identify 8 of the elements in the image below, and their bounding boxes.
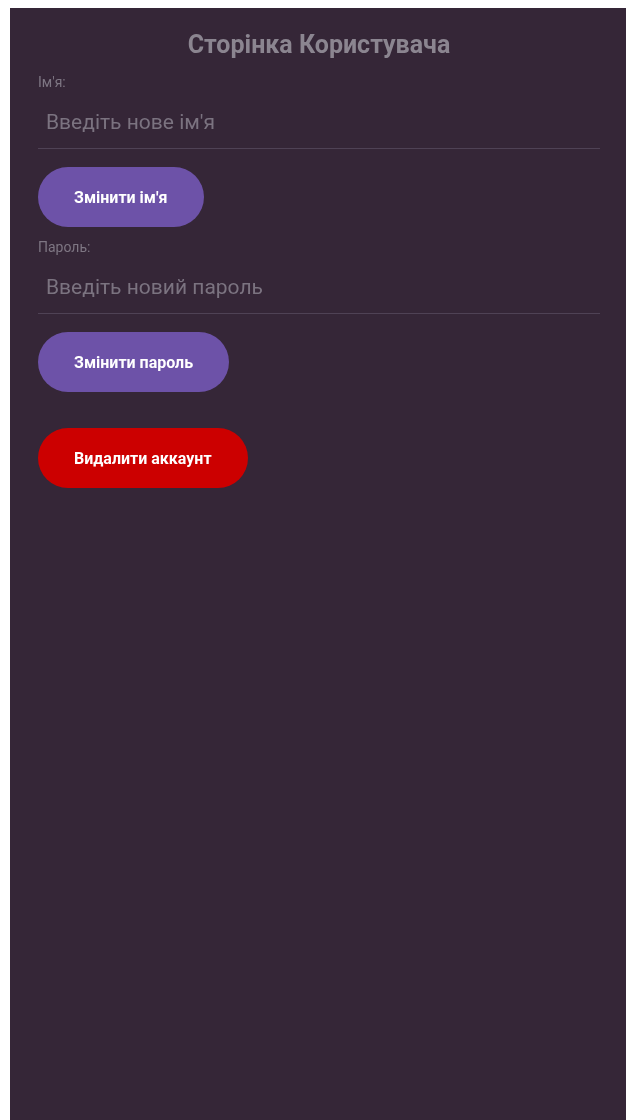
field-label: Пароль: <box>38 238 91 257</box>
change-button[interactable]: Змінити пароль <box>38 332 230 392</box>
input-field[interactable]: Введіть новий пароль <box>38 257 600 314</box>
change-button[interactable]: Змінити ім'я <box>38 167 204 227</box>
delete-account-button[interactable]: Видалити аккаунт <box>38 428 248 488</box>
field-label: Ім'я: <box>38 73 66 92</box>
page-title: Сторінка Користувача <box>186 29 452 61</box>
input-field[interactable]: Введіть нове ім'я <box>38 92 600 149</box>
